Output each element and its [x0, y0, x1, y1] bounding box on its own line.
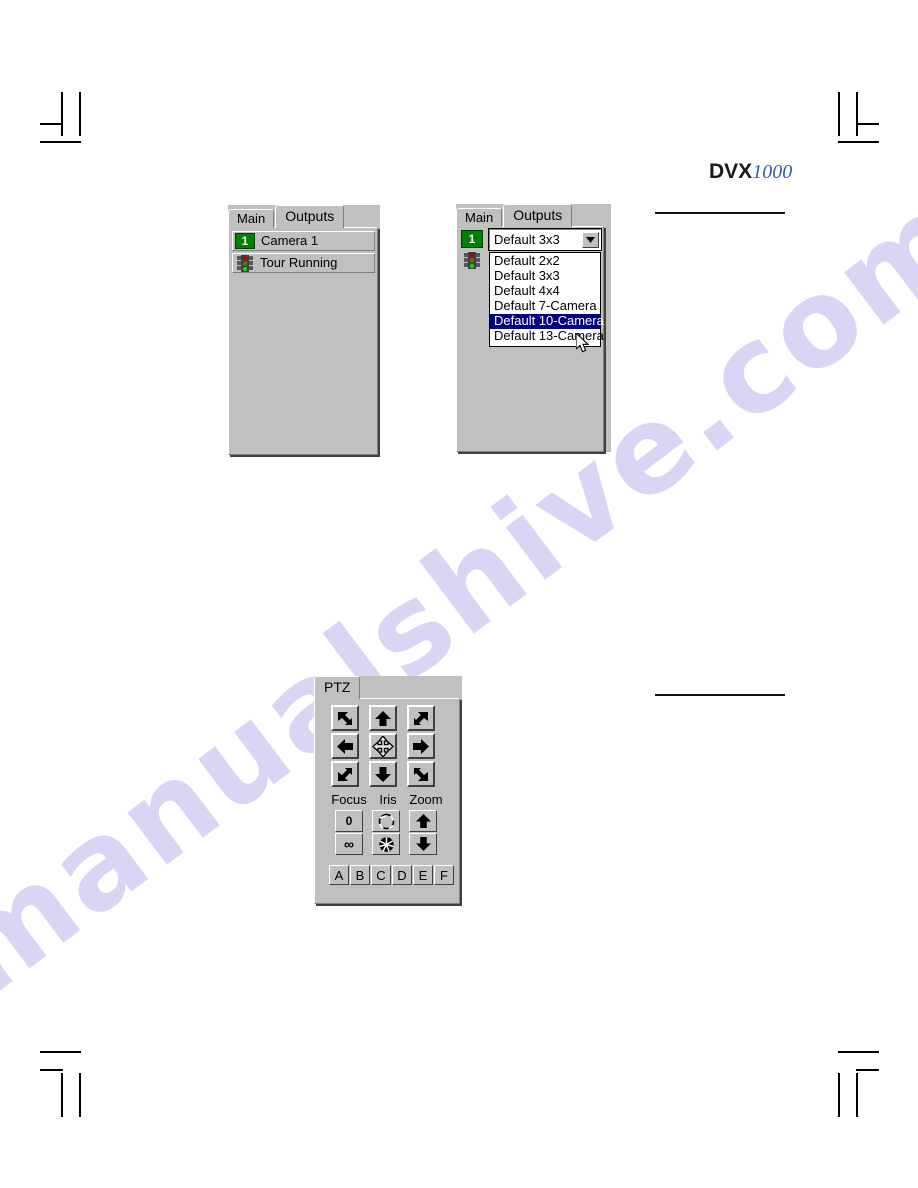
iris-group-label: Iris — [379, 792, 397, 807]
arrow-down-icon — [415, 837, 431, 851]
pan-left-button[interactable] — [331, 733, 359, 759]
tabstrip-ptz: PTZ — [314, 676, 361, 699]
preset-button-d[interactable]: D — [392, 865, 412, 885]
arrow-up-right-icon — [414, 711, 428, 725]
outputs-panel-left-body: 1 Camera 1 Tour Running — [228, 227, 378, 455]
zoom-out-button[interactable] — [409, 833, 437, 855]
layout-combobox[interactable]: Default 3x3 — [488, 228, 602, 251]
badge-column: 1 — [461, 230, 483, 274]
traffic-light-icon-2 — [463, 252, 483, 274]
iris-closed-icon — [378, 836, 394, 852]
output-row-camera[interactable]: 1 Camera 1 — [232, 231, 375, 251]
rule-middle — [655, 694, 785, 696]
focus-far-button[interactable]: ∞ — [335, 833, 363, 855]
arrow-up-left-icon — [338, 711, 352, 725]
preset-c-label: C — [376, 867, 386, 883]
output-row-camera-label: Camera 1 — [261, 233, 319, 248]
traffic-light-icon — [236, 254, 254, 272]
rule-top — [655, 212, 785, 214]
number-badge-icon-2: 1 — [461, 230, 483, 248]
arrow-up-icon — [415, 814, 431, 828]
dropdown-option-1[interactable]: Default 3x3 — [490, 269, 600, 284]
preset-button-c[interactable]: C — [371, 865, 391, 885]
layout-combobox-value: Default 3x3 — [494, 232, 560, 247]
zoom-group-label: Zoom — [409, 792, 443, 807]
tilt-up-button[interactable] — [369, 705, 397, 731]
iris-open-icon — [378, 813, 394, 829]
pan-up-right-button[interactable] — [407, 705, 435, 731]
arrow-left-icon — [337, 738, 353, 754]
four-way-move-icon — [372, 735, 394, 757]
preset-a-label: A — [334, 867, 344, 883]
tab-outputs-2[interactable]: Outputs — [503, 204, 573, 227]
preset-f-label: F — [440, 867, 448, 883]
arrow-up-icon — [375, 710, 391, 726]
preset-b-label: B — [355, 867, 365, 883]
logo-brand: DVX — [709, 160, 753, 183]
tab-main-2[interactable]: Main — [456, 208, 503, 227]
output-row-tour[interactable]: Tour Running — [232, 253, 375, 273]
preset-button-f[interactable]: F — [434, 865, 454, 885]
outputs-panel-right: Main Outputs 1 Default 3x3 Default 2x2 D… — [456, 204, 611, 452]
arrow-right-icon — [413, 738, 429, 754]
tab-ptz[interactable]: PTZ — [314, 676, 361, 699]
home-button[interactable] — [369, 733, 397, 759]
iris-close-button[interactable] — [372, 833, 400, 855]
tabstrip-right: Main Outputs — [456, 204, 573, 227]
pan-down-right-button[interactable] — [407, 761, 435, 787]
ptz-panel: PTZ Focus Iris Zoom 0 ∞ A B C D E F — [314, 676, 462, 904]
preset-button-a[interactable]: A — [329, 865, 349, 885]
arrow-down-icon — [375, 766, 391, 782]
dropdown-option-2[interactable]: Default 4x4 — [490, 284, 600, 299]
tabstrip-left: Main Outputs — [228, 205, 345, 228]
iris-open-button[interactable] — [372, 810, 400, 832]
preset-button-b[interactable]: B — [350, 865, 370, 885]
preset-d-label: D — [397, 867, 407, 883]
pan-up-left-button[interactable] — [331, 705, 359, 731]
tab-outputs-2-label: Outputs — [513, 207, 563, 223]
layout-dropdown-list[interactable]: Default 2x2 Default 3x3 Default 4x4 Defa… — [489, 252, 604, 347]
tilt-down-button[interactable] — [369, 761, 397, 787]
logo-model: 1000 — [752, 161, 793, 183]
outputs-panel-left: Main Outputs 1 Camera 1 Tour Running — [228, 205, 380, 455]
preset-e-label: E — [418, 867, 428, 883]
focus-near-button[interactable]: 0 — [335, 810, 363, 832]
dropdown-option-5[interactable]: Default 13-Camera — [490, 329, 604, 344]
tab-outputs[interactable]: Outputs — [275, 205, 345, 228]
preset-button-e[interactable]: E — [413, 865, 433, 885]
output-row-tour-label: Tour Running — [260, 255, 338, 270]
tab-main-2-label: Main — [465, 210, 494, 225]
tab-main-label: Main — [237, 211, 266, 226]
dropdown-option-3[interactable]: Default 7-Camera — [490, 299, 600, 314]
zoom-in-button[interactable] — [409, 810, 437, 832]
tab-main[interactable]: Main — [228, 209, 275, 228]
product-logo: DVX1000 — [709, 160, 792, 184]
dropdown-option-4[interactable]: Default 10-Camera — [490, 314, 604, 329]
chevron-down-icon[interactable] — [582, 231, 599, 248]
focus-group-label: Focus — [331, 792, 367, 807]
focus-near-label: 0 — [345, 814, 353, 828]
pan-right-button[interactable] — [407, 733, 435, 759]
focus-far-label: ∞ — [344, 836, 354, 852]
arrow-down-left-icon — [338, 767, 352, 781]
dropdown-option-0[interactable]: Default 2x2 — [490, 254, 600, 269]
number-badge-icon: 1 — [235, 233, 255, 249]
tab-outputs-label: Outputs — [285, 208, 335, 224]
pan-down-left-button[interactable] — [331, 761, 359, 787]
arrow-down-right-icon — [414, 767, 428, 781]
tab-ptz-label: PTZ — [324, 679, 351, 695]
ptz-panel-body: Focus Iris Zoom 0 ∞ A B C D E F — [314, 698, 460, 904]
